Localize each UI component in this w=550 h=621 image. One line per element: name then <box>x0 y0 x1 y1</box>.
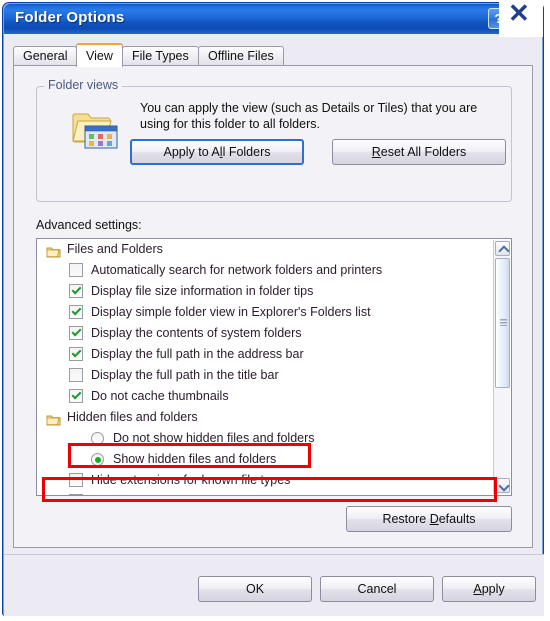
advanced-settings-label: Advanced settings: <box>36 218 142 232</box>
folder-icon <box>46 412 61 426</box>
list-item-label: Do not cache thumbnails <box>91 389 229 403</box>
cancel-button[interactable]: Cancel <box>320 576 434 602</box>
tab-general[interactable]: General <box>13 46 78 66</box>
list-item-category: Hidden files and folders <box>37 407 511 428</box>
apply-button[interactable]: Apply <box>442 576 536 602</box>
folder-icon <box>46 244 61 258</box>
ok-button[interactable]: OK <box>198 576 312 602</box>
checkbox-icon[interactable] <box>69 305 83 319</box>
checkbox-icon[interactable] <box>69 347 83 361</box>
checkbox-icon[interactable] <box>69 326 83 340</box>
list-item-label: Display the contents of system folders <box>91 326 302 340</box>
scroll-up-icon[interactable] <box>495 241 510 257</box>
list-item-checkbox[interactable]: Display the full path in the address bar <box>37 344 511 365</box>
list-item-label: Display file size information in folder … <box>91 284 314 298</box>
list-item-checkbox[interactable]: Hide extensions for known file types <box>37 470 511 491</box>
list-item-label: Display simple folder view in Explorer's… <box>91 305 371 319</box>
folder-views-legend: Folder views <box>44 78 123 92</box>
list-scrollbar[interactable] <box>493 240 510 494</box>
folder-views-description: You can apply the view (such as Details … <box>140 101 478 131</box>
list-item-checkbox[interactable]: Display file size information in folder … <box>37 281 511 302</box>
list-item-label: Do not show hidden files and folders <box>113 431 315 445</box>
list-item-checkbox[interactable]: Display the contents of system folders <box>37 323 511 344</box>
list-item-radio-show-hidden[interactable]: Show hidden files and folders <box>37 449 511 470</box>
close-x-annotation: ✕ <box>499 0 543 37</box>
list-item-checkbox[interactable]: Do not cache thumbnails <box>37 386 511 407</box>
checkbox-icon[interactable] <box>69 263 83 277</box>
folder-view-icon <box>72 108 120 150</box>
tab-strip: General View File Types Offline Files <box>13 43 533 67</box>
checkbox-icon[interactable] <box>69 284 83 298</box>
advanced-settings-list[interactable]: Files and Folders Automatically search f… <box>36 238 512 496</box>
list-item-label: Hide protected operating system files (R… <box>91 491 393 495</box>
list-item-label: Automatically search for network folders… <box>91 263 383 277</box>
apply-to-all-folders-label: Apply to All Folders <box>163 145 271 159</box>
radio-icon[interactable] <box>91 453 104 466</box>
list-item-label: Display the full path in the title bar <box>91 368 279 382</box>
restore-defaults-button[interactable]: Restore Defaults <box>346 506 512 532</box>
folder-options-dialog: Folder Options ? × ✕ General View File T… <box>2 0 544 616</box>
list-item-checkbox-hide-protected[interactable]: Hide protected operating system files (R… <box>37 491 511 495</box>
list-item-checkbox[interactable]: Display simple folder view in Explorer's… <box>37 302 511 323</box>
list-item-checkbox[interactable]: Display the full path in the title bar <box>37 365 511 386</box>
list-item-label: Hidden files and folders <box>67 410 198 424</box>
list-item-label: Show hidden files and folders <box>113 452 277 466</box>
list-item-checkbox[interactable]: Automatically search for network folders… <box>37 260 511 281</box>
checkbox-icon[interactable] <box>69 494 83 495</box>
close-x-annotation-glyph: ✕ <box>508 0 530 28</box>
list-item-label: Display the full path in the address bar <box>91 347 304 361</box>
reset-all-folders-label: Reset All Folders <box>371 145 467 159</box>
apply-label: Apply <box>473 582 505 596</box>
restore-defaults-label: Restore Defaults <box>382 512 476 526</box>
checkbox-icon[interactable] <box>69 389 83 403</box>
reset-all-folders-button[interactable]: Reset All Folders <box>332 139 506 165</box>
apply-to-all-folders-button[interactable]: Apply to All Folders <box>130 139 304 165</box>
tab-file-types[interactable]: File Types <box>122 46 199 66</box>
scroll-down-icon[interactable] <box>495 478 510 493</box>
list-item-category: Files and Folders <box>37 239 511 260</box>
scrollbar-grip <box>500 319 507 326</box>
tab-offline-files[interactable]: Offline Files <box>198 46 284 66</box>
window-title: Folder Options <box>15 9 125 26</box>
list-item-radio[interactable]: Do not show hidden files and folders <box>37 428 511 449</box>
list-item-label: Hide extensions for known file types <box>91 473 291 487</box>
scrollbar-thumb[interactable] <box>495 258 510 388</box>
tab-view[interactable]: View <box>76 43 123 67</box>
list-item-label: Files and Folders <box>67 242 163 256</box>
title-bar: Folder Options ? × <box>4 4 542 34</box>
view-tab-page: Folder views You can apply the view (suc… <box>13 65 533 548</box>
radio-icon[interactable] <box>91 432 104 445</box>
checkbox-icon[interactable] <box>69 473 83 487</box>
checkbox-icon[interactable] <box>69 368 83 382</box>
dialog-footer: OK Cancel Apply <box>4 555 544 616</box>
